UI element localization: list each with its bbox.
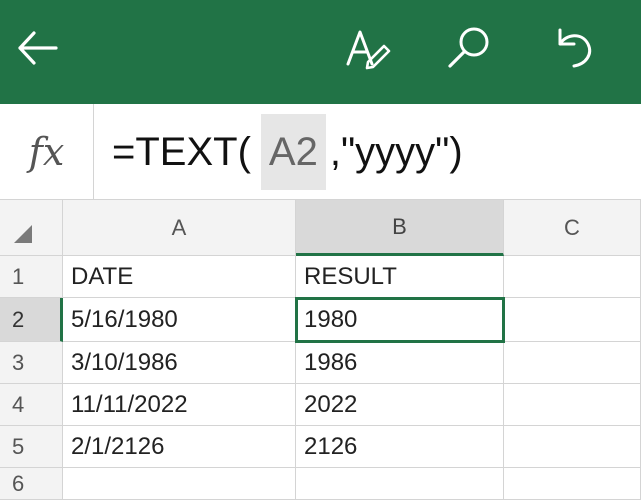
cell-a1[interactable]: DATE [63, 256, 296, 298]
cell-b2-active[interactable]: 1980 [295, 297, 505, 343]
cell-c6[interactable] [504, 468, 641, 500]
formula-bar: fx =TEXT( A2 ,"yyyy") [0, 104, 641, 200]
spreadsheet-grid: A B C 1 DATE RESULT 2 5/16/1980 1980 3 3… [0, 200, 641, 500]
cell-c5[interactable] [504, 426, 641, 468]
row-header-5[interactable]: 5 [0, 426, 63, 468]
fx-label: fx [0, 104, 94, 200]
cell-b3[interactable]: 1986 [296, 342, 504, 384]
text-format-pen-icon[interactable] [340, 20, 396, 76]
cell-a2[interactable]: 5/16/1980 [63, 298, 296, 342]
cell-b4[interactable]: 2022 [296, 384, 504, 426]
cell-a4[interactable]: 11/11/2022 [63, 384, 296, 426]
column-header-a[interactable]: A [63, 200, 296, 256]
cell-c4[interactable] [504, 384, 641, 426]
formula-suffix: ,"yyyy") [329, 129, 463, 174]
cell-b1[interactable]: RESULT [296, 256, 504, 298]
select-all-icon [14, 225, 32, 243]
row-header-6[interactable]: 6 [0, 468, 63, 500]
cell-c2[interactable] [504, 298, 641, 342]
search-icon[interactable] [442, 20, 498, 76]
top-toolbar [0, 0, 641, 104]
row-header-2[interactable]: 2 [0, 298, 63, 342]
row-header-1[interactable]: 1 [0, 256, 63, 298]
column-header-b[interactable]: B [296, 200, 504, 256]
row-header-4[interactable]: 4 [0, 384, 63, 426]
cell-a5[interactable]: 2/1/2126 [63, 426, 296, 468]
cell-a3[interactable]: 3/10/1986 [63, 342, 296, 384]
cell-c3[interactable] [504, 342, 641, 384]
row-header-3[interactable]: 3 [0, 342, 63, 384]
cell-b6[interactable] [296, 468, 504, 500]
arrow-left-icon[interactable] [10, 20, 66, 76]
formula-input[interactable]: =TEXT( A2 ,"yyyy") [112, 104, 463, 200]
formula-cell-reference[interactable]: A2 [260, 114, 326, 190]
select-all-corner[interactable] [0, 200, 63, 256]
cell-c1[interactable] [504, 256, 641, 298]
cell-b5[interactable]: 2126 [296, 426, 504, 468]
column-header-c[interactable]: C [504, 200, 641, 256]
cell-a6[interactable] [63, 468, 296, 500]
formula-prefix: =TEXT( [112, 129, 251, 174]
undo-icon[interactable] [544, 20, 600, 76]
